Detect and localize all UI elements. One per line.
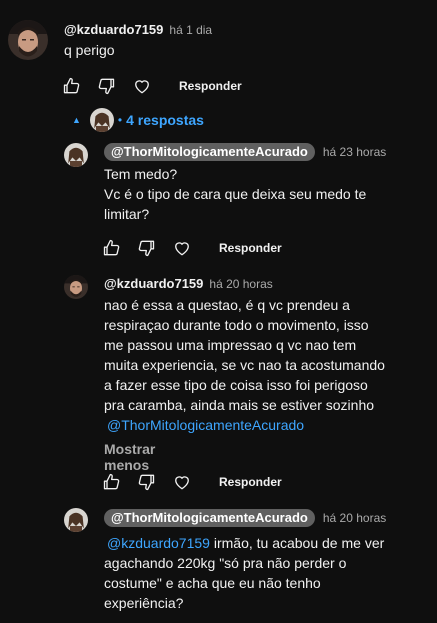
comment-text: Tem medo? Vc é o tipo de cara que deixa …	[104, 164, 424, 224]
avatar-image	[64, 143, 88, 167]
thumbs-up-icon[interactable]	[101, 237, 123, 259]
comment-header: @kzduardo7159 há 1 dia	[64, 22, 212, 37]
heart-icon[interactable]	[171, 471, 193, 493]
comment-line: muita experiencia, se vc nao ta acostuma…	[104, 357, 385, 373]
reply-button[interactable]: Responder	[179, 79, 242, 93]
avatar[interactable]	[64, 508, 88, 532]
mention-link[interactable]: @kzduardo7159	[107, 535, 210, 551]
thumbs-up-icon[interactable]	[101, 471, 123, 493]
mention-link[interactable]: @ThorMitologicamenteAcurado	[107, 417, 304, 433]
comment-line: Tem medo?	[104, 166, 178, 182]
comment-line: costume" e acha que eu não tenho	[104, 575, 321, 591]
thumbs-down-icon[interactable]	[135, 471, 157, 493]
separator-dot: •	[117, 113, 123, 127]
comment-line: Vc é o tipo de cara que deixa seu medo t…	[104, 186, 367, 202]
avatar-image	[8, 20, 48, 60]
comment-line: pra caramba, ainda mais se estiver sozin…	[104, 397, 375, 413]
comment-line: a fazer esse tipo de coisa isso foi peri…	[104, 377, 368, 393]
comment-actions: Responder	[101, 470, 282, 494]
thumbs-down-icon[interactable]	[135, 237, 157, 259]
replies-count[interactable]: 4 respostas	[126, 112, 204, 128]
comment-actions: Responder	[61, 74, 242, 98]
comment-header: @ThorMitologicamenteAcurado há 20 horas	[104, 509, 386, 527]
avatar[interactable]	[64, 143, 88, 167]
timestamp[interactable]: há 20 horas	[323, 511, 386, 525]
timestamp[interactable]: há 23 horas	[323, 145, 386, 159]
show-less-button[interactable]: Mostrar menos	[104, 441, 155, 473]
avatar-image	[90, 108, 114, 132]
replies-toggle[interactable]: ▲ • 4 respostas	[72, 108, 204, 132]
thumbs-down-icon[interactable]	[95, 75, 117, 97]
comment-header: @kzduardo7159 há 20 horas	[104, 276, 273, 291]
author-name[interactable]: @kzduardo7159	[104, 276, 203, 291]
comment-line: experiência?	[104, 595, 184, 611]
timestamp[interactable]: há 1 dia	[169, 23, 212, 37]
author-name[interactable]: @ThorMitologicamenteAcurado	[104, 143, 315, 161]
avatar-image	[64, 508, 88, 532]
comment-text: nao é essa a questao, é q vc prendeu a r…	[104, 295, 429, 435]
heart-icon[interactable]	[131, 75, 153, 97]
comment-line: agachando 220kg "só pra não perder o	[104, 555, 347, 571]
comment-header: @ThorMitologicamenteAcurado há 23 horas	[104, 143, 386, 161]
caret-up-icon: ▲	[72, 115, 81, 125]
reply-button[interactable]: Responder	[219, 241, 282, 255]
comment-line: irmão, tu acabou de me ver	[213, 535, 385, 551]
comment-line: limitar?	[104, 206, 150, 222]
timestamp[interactable]: há 20 horas	[209, 277, 272, 291]
comment-actions: Responder	[101, 236, 282, 260]
heart-icon[interactable]	[171, 237, 193, 259]
comment-line: me passou uma impressao q vc nao tem	[104, 337, 357, 353]
comment-text: q perigo	[64, 42, 115, 58]
avatar[interactable]	[8, 20, 48, 60]
reply-button[interactable]: Responder	[219, 475, 282, 489]
comment-line: nao é essa a questao, é q vc prendeu a	[104, 297, 350, 313]
comment-text: @kzduardo7159 irmão, tu acabou de me ver…	[104, 533, 429, 613]
author-name[interactable]: @kzduardo7159	[64, 22, 163, 37]
avatar[interactable]	[64, 275, 88, 299]
thumbs-up-icon[interactable]	[61, 75, 83, 97]
avatar-image	[64, 275, 88, 299]
avatar	[90, 108, 114, 132]
comment-line: respiraçao durante todo o movimento, iss…	[104, 317, 369, 333]
author-name[interactable]: @ThorMitologicamenteAcurado	[104, 509, 315, 527]
